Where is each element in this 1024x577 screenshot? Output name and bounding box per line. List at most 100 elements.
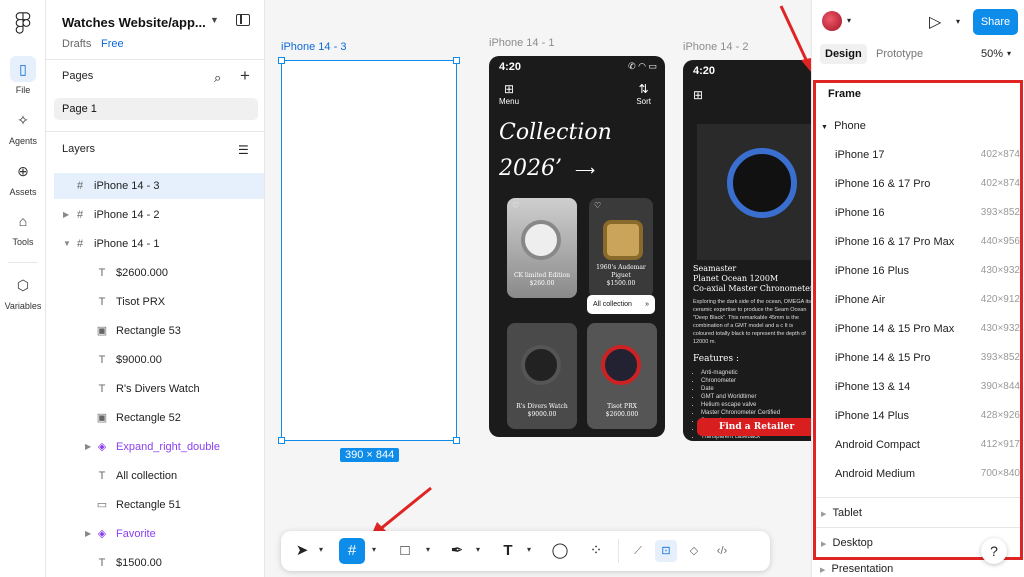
preset-item[interactable]: Android Compact 412×917 — [835, 439, 1020, 451]
preset-item[interactable]: iPhone 16 393×852 — [835, 207, 1020, 219]
page-item[interactable]: Page 1 — [54, 98, 258, 120]
chevron-right-icon[interactable]: ▶ — [85, 434, 91, 460]
layer-row[interactable]: T $9000.00 — [54, 347, 264, 373]
menu-button[interactable]: ⊞ — [693, 89, 703, 102]
preset-group-phone[interactable]: ▼ Phone — [821, 120, 866, 132]
preset-item[interactable]: iPhone 14 & 15 Pro Max 430×932 — [835, 323, 1020, 335]
layer-row[interactable]: ▣ Rectangle 53 — [54, 318, 264, 344]
components-mode-icon[interactable]: ◇ — [683, 540, 705, 562]
add-page-icon[interactable]: + — [240, 66, 250, 86]
preset-item[interactable]: iPhone 17 402×874 — [835, 149, 1020, 161]
plan-badge[interactable]: Free — [101, 38, 124, 50]
move-tool-icon[interactable]: ➤ — [289, 538, 315, 564]
phone-frame[interactable]: 4:20 ✆ ◠ ▭ ⊞ Menu ⇅ Sort Collection 2026’ … — [489, 56, 665, 437]
favorite-icon[interactable]: ♡ — [594, 201, 601, 210]
chevron-down-icon[interactable]: ▾ — [319, 545, 323, 554]
phone-frame[interactable]: 4:20 ⊞ Seamaster Planet Ocean 1200M Co-a… — [683, 60, 811, 441]
product-card[interactable]: R's Divers Watch $9000.00 — [507, 323, 577, 429]
rail-file[interactable]: ▯ File — [0, 56, 46, 95]
product-card[interactable]: ♡ CK limited Edition $260.00 — [507, 198, 577, 298]
rectangle-tool-icon[interactable]: □ — [392, 538, 418, 564]
layer-row[interactable]: T $2600.000 — [54, 260, 264, 286]
chevron-right-icon[interactable]: ▶ — [63, 202, 69, 228]
product-card[interactable]: Tisot PRX $2600.000 — [587, 323, 657, 429]
dev-mode-icon[interactable]: ‹/› — [711, 540, 733, 562]
preset-item[interactable]: iPhone 13 & 14 390×844 — [835, 381, 1020, 393]
preset-item[interactable]: iPhone 14 Plus 428×926 — [835, 410, 1020, 422]
layer-row[interactable]: ▭ Rectangle 51 — [54, 492, 264, 518]
preset-item[interactable]: Android Medium 700×840 — [835, 468, 1020, 480]
preset-group-presentation[interactable]: ▶ Presentation — [820, 563, 893, 575]
preset-item[interactable]: iPhone 16 Plus 430×932 — [835, 265, 1020, 277]
drafts-label[interactable]: Drafts — [62, 38, 91, 50]
actions-tool-icon[interactable]: ⁘ — [583, 538, 609, 564]
selected-frame[interactable] — [278, 57, 460, 444]
layers-list-icon[interactable]: ☰ — [238, 143, 249, 157]
image-icon: ▣ — [96, 412, 108, 424]
preset-group-desktop[interactable]: ▶ Desktop — [821, 537, 873, 549]
chevron-down-icon[interactable]: ▾ — [476, 545, 480, 554]
chevron-down-icon[interactable]: ▼ — [210, 15, 219, 25]
product-card[interactable]: ♡ 1960's Audemar Piguet $1500.00 — [589, 198, 653, 298]
zoom-level[interactable]: 50% — [981, 48, 1003, 60]
pen-tool-icon[interactable]: ✒ — [444, 538, 470, 564]
resize-handle[interactable] — [453, 57, 460, 64]
present-play-icon[interactable]: ▷ — [929, 12, 941, 32]
panel-toggle-icon[interactable] — [236, 14, 250, 26]
chevron-down-icon[interactable]: ▾ — [1007, 49, 1011, 58]
help-button[interactable]: ? — [981, 538, 1007, 564]
tab-design[interactable]: Design — [820, 44, 867, 64]
comment-tool-icon[interactable]: ◯ — [547, 538, 573, 564]
figma-logo-icon[interactable] — [14, 12, 32, 34]
project-title[interactable]: Watches Website/app... — [62, 15, 206, 30]
sort-button[interactable]: ⇅ Sort — [636, 83, 651, 107]
frame-label[interactable]: iPhone 14 - 2 — [683, 41, 748, 53]
preset-item[interactable]: iPhone 16 & 17 Pro Max 440×956 — [835, 236, 1020, 248]
frame-label[interactable]: iPhone 14 - 1 — [489, 37, 554, 49]
preset-item[interactable]: iPhone 16 & 17 Pro 402×874 — [835, 178, 1020, 190]
layer-row[interactable]: ▶ ◈ Expand_right_double — [54, 434, 264, 460]
chevron-down-icon[interactable]: ▾ — [372, 545, 376, 554]
text-icon: T — [98, 383, 106, 395]
preset-item[interactable]: iPhone 14 & 15 Pro 393×852 — [835, 352, 1020, 364]
share-button[interactable]: Share — [973, 9, 1018, 35]
frame-tool-icon[interactable]: # — [339, 538, 365, 564]
chevron-down-icon[interactable]: ▼ — [63, 231, 71, 257]
chevron-down-icon[interactable]: ▾ — [956, 17, 960, 26]
all-collection-button[interactable]: All collection » — [587, 295, 655, 314]
menu-button[interactable]: ⊞ Menu — [499, 83, 519, 107]
layer-row[interactable]: T R's Divers Watch — [54, 376, 264, 402]
avatar[interactable] — [822, 11, 842, 31]
favorite-icon[interactable]: ♡ — [512, 201, 519, 210]
layer-row[interactable]: # iPhone 14 - 3 — [54, 173, 264, 199]
chevron-down-icon[interactable]: ▾ — [847, 16, 851, 25]
design-mode-icon[interactable]: ⊡ — [655, 540, 677, 562]
layer-row[interactable]: T Tisot PRX — [54, 289, 264, 315]
preset-group-tablet[interactable]: ▶ Tablet — [821, 507, 862, 519]
preset-item[interactable]: iPhone Air 420×912 — [835, 294, 1020, 306]
rail-assets[interactable]: ⊕ Assets — [0, 158, 46, 197]
canvas[interactable]: iPhone 14 - 3 390 × 844 iPhone 14 - 1 4:… — [265, 0, 811, 577]
frame-label[interactable]: iPhone 14 - 3 — [281, 41, 346, 53]
layer-row[interactable]: ▶ ◈ Favorite — [54, 521, 264, 547]
layer-row[interactable]: T All collection — [54, 463, 264, 489]
layers-panel: Watches Website/app... ▼ Drafts Free Pag… — [46, 0, 265, 577]
chevron-right-icon[interactable]: ▶ — [85, 521, 91, 547]
search-icon[interactable]: ⌕ — [214, 70, 221, 86]
resize-handle[interactable] — [278, 437, 285, 444]
layer-row[interactable]: ▼ # iPhone 14 - 1 — [54, 231, 264, 257]
resize-handle[interactable] — [453, 437, 460, 444]
resize-handle[interactable] — [278, 57, 285, 64]
find-retailer-button[interactable]: Find a Retailer — [697, 418, 811, 436]
layer-row[interactable]: T $1500.00 — [54, 550, 264, 576]
layer-row[interactable]: ▶ # iPhone 14 - 2 — [54, 202, 264, 228]
rail-agents[interactable]: ✧ Agents — [0, 107, 46, 146]
layer-row[interactable]: ▣ Rectangle 52 — [54, 405, 264, 431]
tab-prototype[interactable]: Prototype — [871, 44, 928, 64]
chevron-down-icon[interactable]: ▾ — [426, 545, 430, 554]
rail-variables[interactable]: ⬡ Variables — [0, 272, 46, 311]
chevron-down-icon[interactable]: ▾ — [527, 545, 531, 554]
text-tool-icon[interactable]: T — [495, 538, 521, 564]
rail-tools[interactable]: ⌂ Tools — [0, 208, 46, 247]
draw-mode-icon[interactable]: ⟋ — [627, 540, 649, 562]
